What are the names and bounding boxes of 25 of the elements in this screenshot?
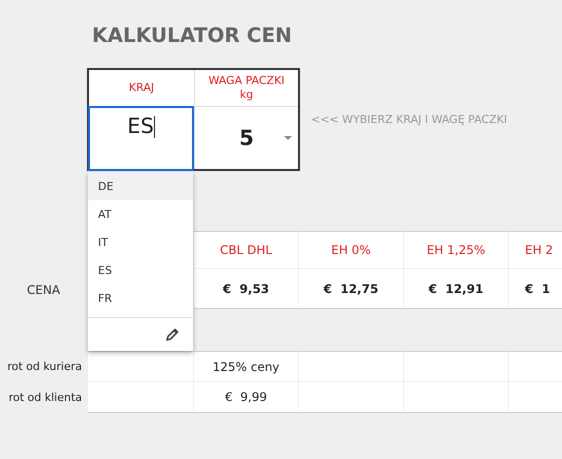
row-label: rot od klienta (8, 390, 83, 406)
row-label: rot od kuriera (6, 359, 83, 375)
dropdown-option[interactable]: AT (88, 200, 193, 228)
table-cell: 125% ceny (193, 351, 298, 382)
caret-icon (284, 136, 292, 140)
dropdown-option[interactable]: ES (88, 256, 193, 284)
column-header: EH 1,25% (403, 231, 508, 269)
price-cell: € 12,91 (403, 269, 508, 309)
dropdown-option[interactable]: IT (88, 228, 193, 256)
country-input[interactable]: ES (88, 106, 194, 171)
column-header: EH 0% (298, 231, 403, 269)
dropdown-option[interactable]: FR (88, 284, 193, 312)
price-cell: € 9,53 (193, 269, 298, 309)
row-label: CENA (26, 282, 62, 299)
page-title: KALKULATOR CEN (92, 22, 293, 48)
price-cell: € 12,75 (298, 269, 403, 309)
dropdown-option[interactable]: DE (88, 172, 193, 200)
pencil-icon[interactable] (165, 328, 179, 342)
table-cell: € 9,99 (193, 382, 298, 413)
hint-text: <<< WYBIERZ KRAJ I WAGĘ PACZKI (311, 113, 508, 126)
column-header: EH 2 (508, 231, 562, 269)
table-cell (508, 382, 562, 413)
column-header: CBL DHL (193, 231, 298, 269)
table-cell (508, 351, 562, 382)
price-cell: € 1 (508, 269, 562, 309)
